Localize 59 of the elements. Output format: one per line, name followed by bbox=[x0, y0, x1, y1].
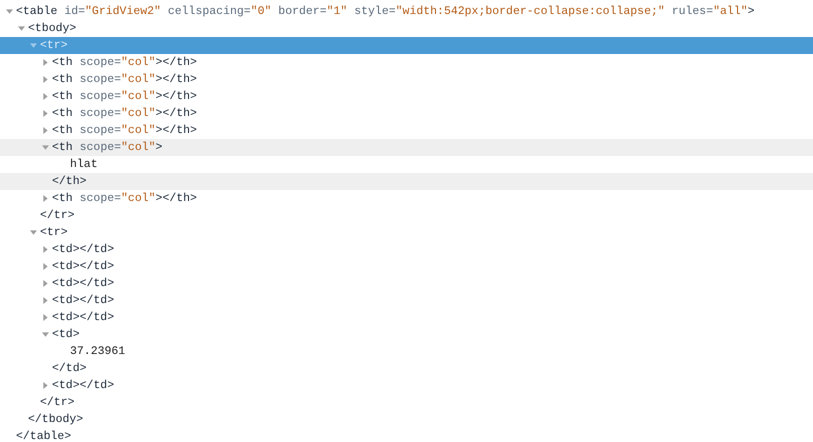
opening-tag: <tbody> bbox=[28, 20, 76, 37]
collapse-triangle-icon[interactable] bbox=[6, 8, 13, 15]
expand-triangle-icon[interactable] bbox=[42, 110, 49, 117]
opening-tag: <td></td> bbox=[52, 292, 114, 309]
opening-tag: <td></td> bbox=[52, 377, 114, 394]
node-text: 37.23961 bbox=[70, 344, 126, 360]
expand-triangle-icon[interactable] bbox=[42, 263, 49, 270]
tree-row[interactable]: <th scope="col"></th> bbox=[0, 88, 813, 105]
tree-row[interactable]: <td></td> bbox=[0, 241, 813, 258]
expand-triangle-icon[interactable] bbox=[42, 246, 49, 253]
closing-tag: </tr> bbox=[40, 394, 75, 411]
collapse-triangle-icon[interactable] bbox=[30, 229, 37, 236]
node-text: hlat bbox=[70, 157, 98, 173]
closing-tag: </td> bbox=[52, 360, 87, 377]
expand-triangle-icon[interactable] bbox=[42, 195, 49, 202]
collapse-triangle-icon[interactable] bbox=[30, 42, 37, 49]
opening-tag: <th scope="col"></th> bbox=[52, 190, 197, 207]
tree-row[interactable]: <td></td> bbox=[0, 309, 813, 326]
tree-row[interactable]: <td></td> bbox=[0, 292, 813, 309]
expand-triangle-icon[interactable] bbox=[42, 93, 49, 100]
tree-row[interactable]: <th scope="col"></th> bbox=[0, 190, 813, 207]
collapse-triangle-icon[interactable] bbox=[18, 25, 25, 32]
expand-triangle-icon[interactable] bbox=[42, 127, 49, 134]
collapse-triangle-icon[interactable] bbox=[42, 144, 49, 151]
opening-tag: <tr> bbox=[40, 37, 68, 54]
tree-row[interactable]: <th scope="col"></th> bbox=[0, 54, 813, 71]
hover-row[interactable]: <th scope="col"> bbox=[0, 139, 813, 156]
closing-tag: </table> bbox=[16, 428, 72, 442]
opening-tag: <th scope="col"></th> bbox=[52, 54, 197, 71]
opening-tag: <th scope="col"> bbox=[52, 139, 162, 156]
expand-triangle-icon[interactable] bbox=[42, 382, 49, 389]
tree-row[interactable]: <th scope="col"></th> bbox=[0, 71, 813, 88]
opening-tag: <th scope="col"></th> bbox=[52, 88, 197, 105]
tree-row[interactable]: <td></td> bbox=[0, 258, 813, 275]
tree-row[interactable]: <tr> bbox=[0, 224, 813, 241]
collapse-triangle-icon[interactable] bbox=[42, 331, 49, 338]
expand-triangle-icon[interactable] bbox=[42, 280, 49, 287]
opening-tag: <th scope="col"></th> bbox=[52, 71, 197, 88]
closing-tag: </th> bbox=[52, 173, 87, 190]
closing-tag: </tbody> bbox=[28, 411, 84, 428]
opening-tag: <tr> bbox=[40, 224, 68, 241]
opening-tag: <td></td> bbox=[52, 309, 114, 326]
tree-row[interactable]: <td></td> bbox=[0, 377, 813, 394]
tree-row[interactable]: <td></td> bbox=[0, 275, 813, 292]
expand-triangle-icon[interactable] bbox=[42, 314, 49, 321]
tree-row[interactable]: <th scope="col"></th> bbox=[0, 122, 813, 139]
expand-triangle-icon[interactable] bbox=[42, 76, 49, 83]
opening-tag: <td></td> bbox=[52, 258, 114, 275]
tree-row[interactable]: <th scope="col"></th> bbox=[0, 105, 813, 122]
tree-row[interactable]: <td> bbox=[0, 326, 813, 343]
opening-tag: <th scope="col"></th> bbox=[52, 122, 197, 139]
opening-tag: <td></td> bbox=[52, 275, 114, 292]
opening-tag: <th scope="col"></th> bbox=[52, 105, 197, 122]
expand-triangle-icon[interactable] bbox=[42, 297, 49, 304]
closing-tag: </tr> bbox=[40, 207, 75, 224]
opening-tag: <td></td> bbox=[52, 241, 114, 258]
tree-row[interactable]: <tbody> bbox=[0, 20, 813, 37]
expand-triangle-icon[interactable] bbox=[42, 59, 49, 66]
opening-tag: <td> bbox=[52, 326, 80, 343]
